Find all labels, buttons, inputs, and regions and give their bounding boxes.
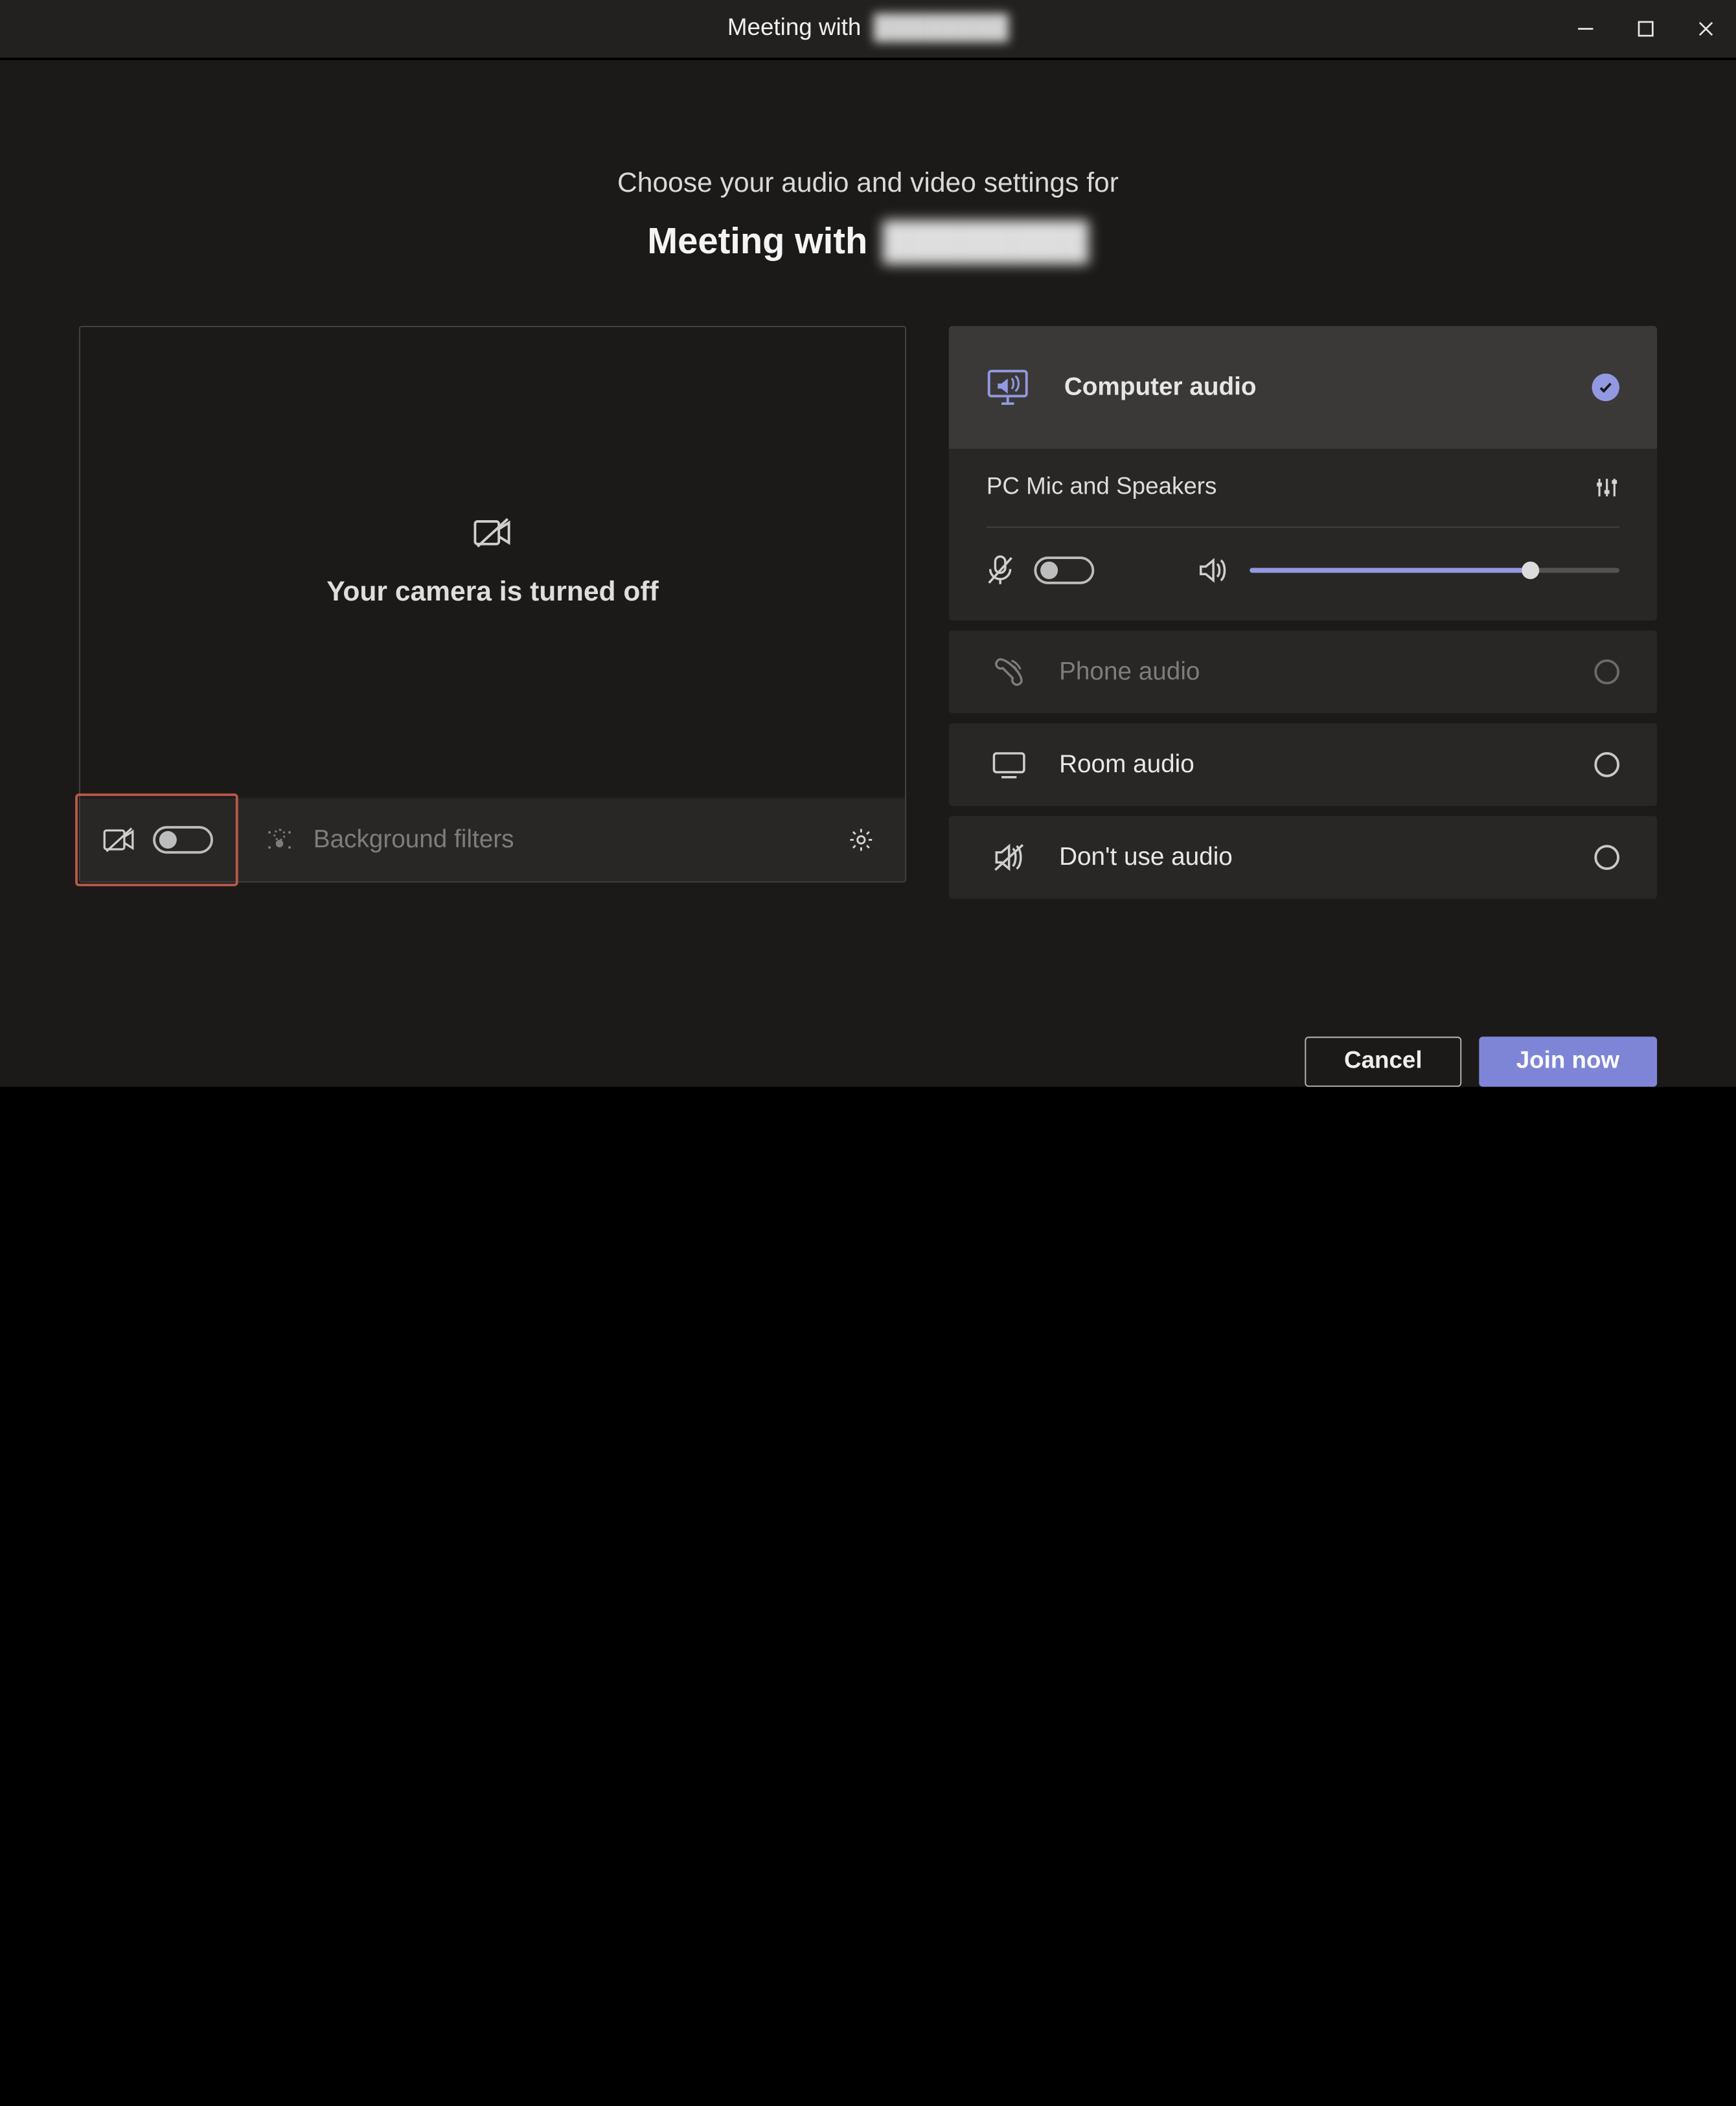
- device-settings-button[interactable]: [1594, 475, 1619, 500]
- tv-icon: [987, 751, 1032, 779]
- camera-off-icon: [474, 517, 511, 547]
- video-settings-button[interactable]: [847, 826, 875, 854]
- mic-off-icon: [987, 555, 1014, 585]
- dont-use-audio-label: Don't use audio: [1059, 843, 1594, 872]
- radio-icon: [1594, 845, 1619, 870]
- phone-audio-option: Phone audio: [949, 630, 1657, 713]
- mic-group: [987, 555, 1094, 585]
- mic-toggle[interactable]: [1034, 556, 1094, 584]
- volume-group: [1197, 556, 1619, 584]
- minimize-button[interactable]: [1555, 0, 1616, 58]
- room-audio-label: Room audio: [1059, 750, 1594, 779]
- audio-options-panel: Computer audio PC Mic and Speakers: [949, 326, 1657, 1019]
- device-row[interactable]: PC Mic and Speakers: [987, 474, 1619, 501]
- divider: [987, 527, 1619, 528]
- cancel-button[interactable]: Cancel: [1305, 1036, 1461, 1086]
- computer-audio-body: PC Mic and Speakers: [949, 449, 1657, 621]
- titlebar: Meeting with ████████: [0, 0, 1736, 60]
- phone-icon: [987, 656, 1032, 688]
- computer-audio-label: Computer audio: [1064, 373, 1592, 402]
- join-now-button[interactable]: Join now: [1479, 1036, 1657, 1086]
- headline: Choose your audio and video settings for…: [0, 166, 1736, 263]
- bg-blur-icon: [266, 826, 293, 854]
- prejoin-window: Meeting with ████████ Choose your audio …: [0, 0, 1736, 1087]
- window-title: Meeting with ████████: [727, 15, 1009, 43]
- room-audio-option[interactable]: Room audio: [949, 724, 1657, 807]
- pc-audio-icon: [987, 369, 1036, 406]
- window-title-name: ████████: [874, 15, 1009, 43]
- audio-controls-row: [987, 555, 1619, 585]
- dont-use-audio-option[interactable]: Don't use audio: [949, 816, 1657, 899]
- volume-slider[interactable]: [1250, 568, 1619, 573]
- camera-off-message: Your camera is turned off: [326, 575, 659, 607]
- window-controls: [1555, 0, 1736, 58]
- computer-audio-header[interactable]: Computer audio: [949, 326, 1657, 449]
- speaker-off-icon: [987, 842, 1032, 872]
- camera-off-icon: [103, 827, 135, 853]
- computer-audio-option[interactable]: Computer audio PC Mic and Speakers: [949, 326, 1657, 621]
- speaker-icon: [1197, 556, 1227, 584]
- minimize-icon: [1577, 20, 1594, 38]
- device-name-label: PC Mic and Speakers: [987, 474, 1217, 501]
- radio-icon: [1594, 752, 1619, 777]
- sliders-icon: [1594, 475, 1619, 500]
- headline-title-prefix: Meeting with: [647, 222, 867, 263]
- close-button[interactable]: [1676, 0, 1736, 58]
- camera-toggle[interactable]: [153, 826, 213, 854]
- radio-icon: [1594, 659, 1619, 685]
- gear-icon: [847, 826, 875, 854]
- footer-buttons: Cancel Join now: [0, 1019, 1736, 1086]
- background-filters-button[interactable]: Background filters: [266, 825, 830, 854]
- headline-subtitle: Choose your audio and video settings for: [0, 166, 1736, 199]
- video-preview-body: Your camera is turned off: [80, 327, 905, 797]
- video-controls-bar: Background filters: [80, 797, 905, 882]
- main-area: Your camera is turned off Background fil…: [0, 326, 1736, 1019]
- video-preview-panel: Your camera is turned off Background fil…: [79, 326, 906, 882]
- close-icon: [1697, 20, 1715, 38]
- headline-title: Meeting with ████████: [647, 222, 1088, 263]
- window-title-prefix: Meeting with: [727, 15, 861, 43]
- background-filters-label: Background filters: [314, 825, 514, 854]
- phone-audio-label: Phone audio: [1059, 658, 1594, 687]
- headline-title-name: ████████: [882, 222, 1088, 263]
- maximize-icon: [1637, 20, 1654, 38]
- maximize-button[interactable]: [1616, 0, 1676, 58]
- selected-check-icon: [1592, 374, 1619, 402]
